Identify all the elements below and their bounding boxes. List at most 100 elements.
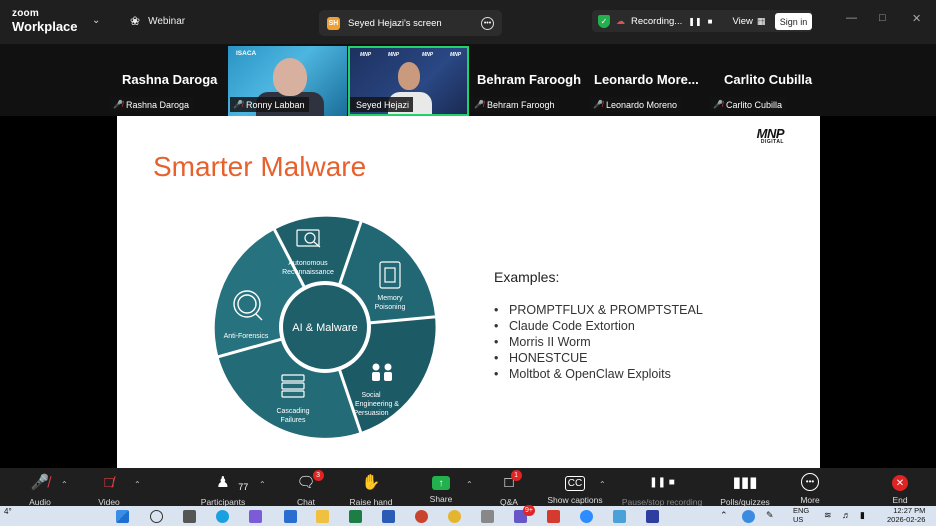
stop-icon[interactable]: ■ <box>708 17 713 26</box>
search-icon[interactable] <box>150 510 163 523</box>
bullet-icon: • <box>494 335 499 349</box>
participant-name-tag: 🎤̸ Leonardo Moreno <box>590 97 682 112</box>
app-icon[interactable] <box>613 510 626 523</box>
participant-name-tag: 🎤̸ Behram Faroogh <box>471 97 559 112</box>
isaca-logo: ISACA <box>236 50 257 57</box>
meeting-toolbar: 🎤̸ Audio ⌃ □̸ Video ⌃ ♟ 77 Participants ⌃… <box>0 468 936 507</box>
chat-button[interactable]: 🗨 3 Chat <box>271 470 341 507</box>
close-icon[interactable]: ✕ <box>912 12 921 25</box>
end-label: End <box>892 495 908 505</box>
word-icon[interactable] <box>382 510 395 523</box>
webinar-label: Webinar <box>148 15 186 27</box>
mic-off-icon: 🎤̸ <box>30 474 50 491</box>
captions-button[interactable]: CC Show captions <box>540 473 610 505</box>
zoom-icon[interactable] <box>580 510 593 523</box>
app-icon[interactable] <box>249 510 262 523</box>
participant-name-tag: 🎤̸ Rashna Daroga <box>110 97 194 112</box>
share-arrow-icon: ↑ <box>432 476 450 490</box>
brand-top: zoom <box>12 8 39 19</box>
clock[interactable]: 12:27 PM 2026-02-26 <box>887 506 925 524</box>
paw-icon: ❀ <box>130 14 141 28</box>
end-button[interactable]: ✕ End <box>865 473 935 505</box>
segment-label: Cascading <box>276 408 309 415</box>
chevron-up-icon[interactable]: ⌃ <box>466 480 473 489</box>
cloud-icon[interactable] <box>742 510 755 523</box>
mnp-digital-logo: MNP DIGITAL <box>757 127 785 145</box>
battery-icon[interactable]: ▮ <box>860 510 865 521</box>
chevron-down-icon[interactable]: ⌄ <box>92 15 100 26</box>
cloud-record-icon: ☁ <box>616 15 625 26</box>
chevron-up-icon[interactable]: ⌃ <box>259 480 266 489</box>
participant-strip: Rashna Daroga 🎤̸ Rashna Daroga ISACA 🎤̸ … <box>0 44 936 116</box>
excel-icon[interactable] <box>349 510 362 523</box>
more-options-icon[interactable]: ••• <box>481 16 494 30</box>
sign-in-button[interactable]: Sign in <box>775 13 812 30</box>
chevron-up-icon[interactable]: ⌃ <box>720 510 728 521</box>
mic-off-icon: 🎤̸ <box>113 100 123 109</box>
windows-start-icon[interactable] <box>116 510 129 523</box>
background-logo: MNP <box>422 52 434 58</box>
minimize-icon[interactable]: — <box>846 12 857 24</box>
segment-label: Anti-Forensics <box>224 333 269 340</box>
example-item: • HONESTCUE <box>494 350 703 366</box>
bullet-icon: • <box>494 319 499 333</box>
chrome-icon[interactable] <box>448 510 461 523</box>
more-button[interactable]: ••• More <box>775 473 845 505</box>
acrobat-icon[interactable] <box>547 510 560 523</box>
polls-button[interactable]: ▮▮▮ Polls/quizzes <box>710 473 780 507</box>
example-text: Morris II Worm <box>509 335 591 349</box>
segment-label: Poisoning <box>375 304 406 311</box>
edge-icon[interactable] <box>216 510 229 523</box>
view-label: View <box>732 15 753 27</box>
maximize-icon[interactable]: □ <box>879 12 886 24</box>
chevron-up-icon[interactable]: ⌃ <box>61 480 68 489</box>
pen-icon[interactable]: ✎ <box>766 510 774 521</box>
bullet-icon: • <box>494 367 499 381</box>
participant-name: Carlito Cubilla <box>725 99 782 110</box>
example-text: PROMPTFLUX & PROMPTSTEAL <box>509 303 703 317</box>
qa-button[interactable]: □ 1 Q&A <box>474 470 544 507</box>
chevron-up-icon[interactable]: ⌃ <box>134 480 141 489</box>
mic-off-icon: 🎤̸ <box>233 100 243 109</box>
app-icon[interactable] <box>646 510 659 523</box>
file-explorer-icon[interactable] <box>316 510 329 523</box>
wifi-icon[interactable]: ≋ <box>824 510 832 521</box>
bullet-icon: • <box>494 351 499 365</box>
audio-button[interactable]: 🎤̸ Audio <box>5 473 75 507</box>
chat-bubble-icon: 🗨 3 <box>296 470 324 493</box>
background-logo: MNP <box>360 52 372 58</box>
calculator-icon[interactable] <box>481 510 494 523</box>
participant-name-tag: 🎤̸ Ronny Labban <box>230 97 309 112</box>
video-button[interactable]: □̸ Video <box>74 473 144 507</box>
weather-widget[interactable]: 4° <box>4 507 12 516</box>
volume-icon[interactable]: ♬ <box>842 510 851 520</box>
segment-label: Reconnaissance <box>282 269 334 276</box>
raise-hand-button[interactable]: ✋ Raise hand <box>336 473 406 507</box>
more-label: More <box>800 495 820 505</box>
pause-stop-icon: ❚❚ ■ <box>649 477 675 488</box>
people-icon: ♟ 77 <box>216 473 248 493</box>
recording-control-button[interactable]: ❚❚ ■ Pause/stop recording <box>622 473 702 507</box>
participant-name: Seyed Hejazi <box>356 99 410 110</box>
teams-icon[interactable]: 9+ <box>514 505 535 523</box>
powerpoint-icon[interactable] <box>415 510 428 523</box>
shared-screen-tab[interactable]: SH Seyed Hejazi's screen ••• <box>319 10 502 36</box>
participant-count: 77 <box>238 482 249 492</box>
participants-button[interactable]: ♟ 77 Participants <box>188 473 258 507</box>
grid-icon: ▦ <box>756 15 766 26</box>
example-text: Moltbot & OpenClaw Exploits <box>509 367 671 381</box>
shared-slide: MNP DIGITAL Smarter Malware AI & Malware <box>117 116 820 468</box>
view-button[interactable]: View ▦ <box>732 16 765 27</box>
cc-icon: CC <box>564 476 586 491</box>
chevron-up-icon[interactable]: ⌃ <box>599 480 606 489</box>
task-view-icon[interactable] <box>183 510 196 523</box>
zoom-workplace-logo[interactable]: zoom Workplace <box>12 8 78 34</box>
participant-name: Leonardo Moreno <box>605 99 678 110</box>
pause-icon[interactable]: ❚❚ <box>688 17 701 26</box>
brand-bottom: Workplace <box>12 19 78 34</box>
example-item: • PROMPTFLUX & PROMPTSTEAL <box>494 302 703 318</box>
language-indicator[interactable]: ENG US <box>793 506 809 524</box>
shield-check-icon: ✓ <box>598 14 610 28</box>
more-dots-icon: ••• <box>801 473 819 491</box>
outlook-icon[interactable] <box>284 510 297 523</box>
